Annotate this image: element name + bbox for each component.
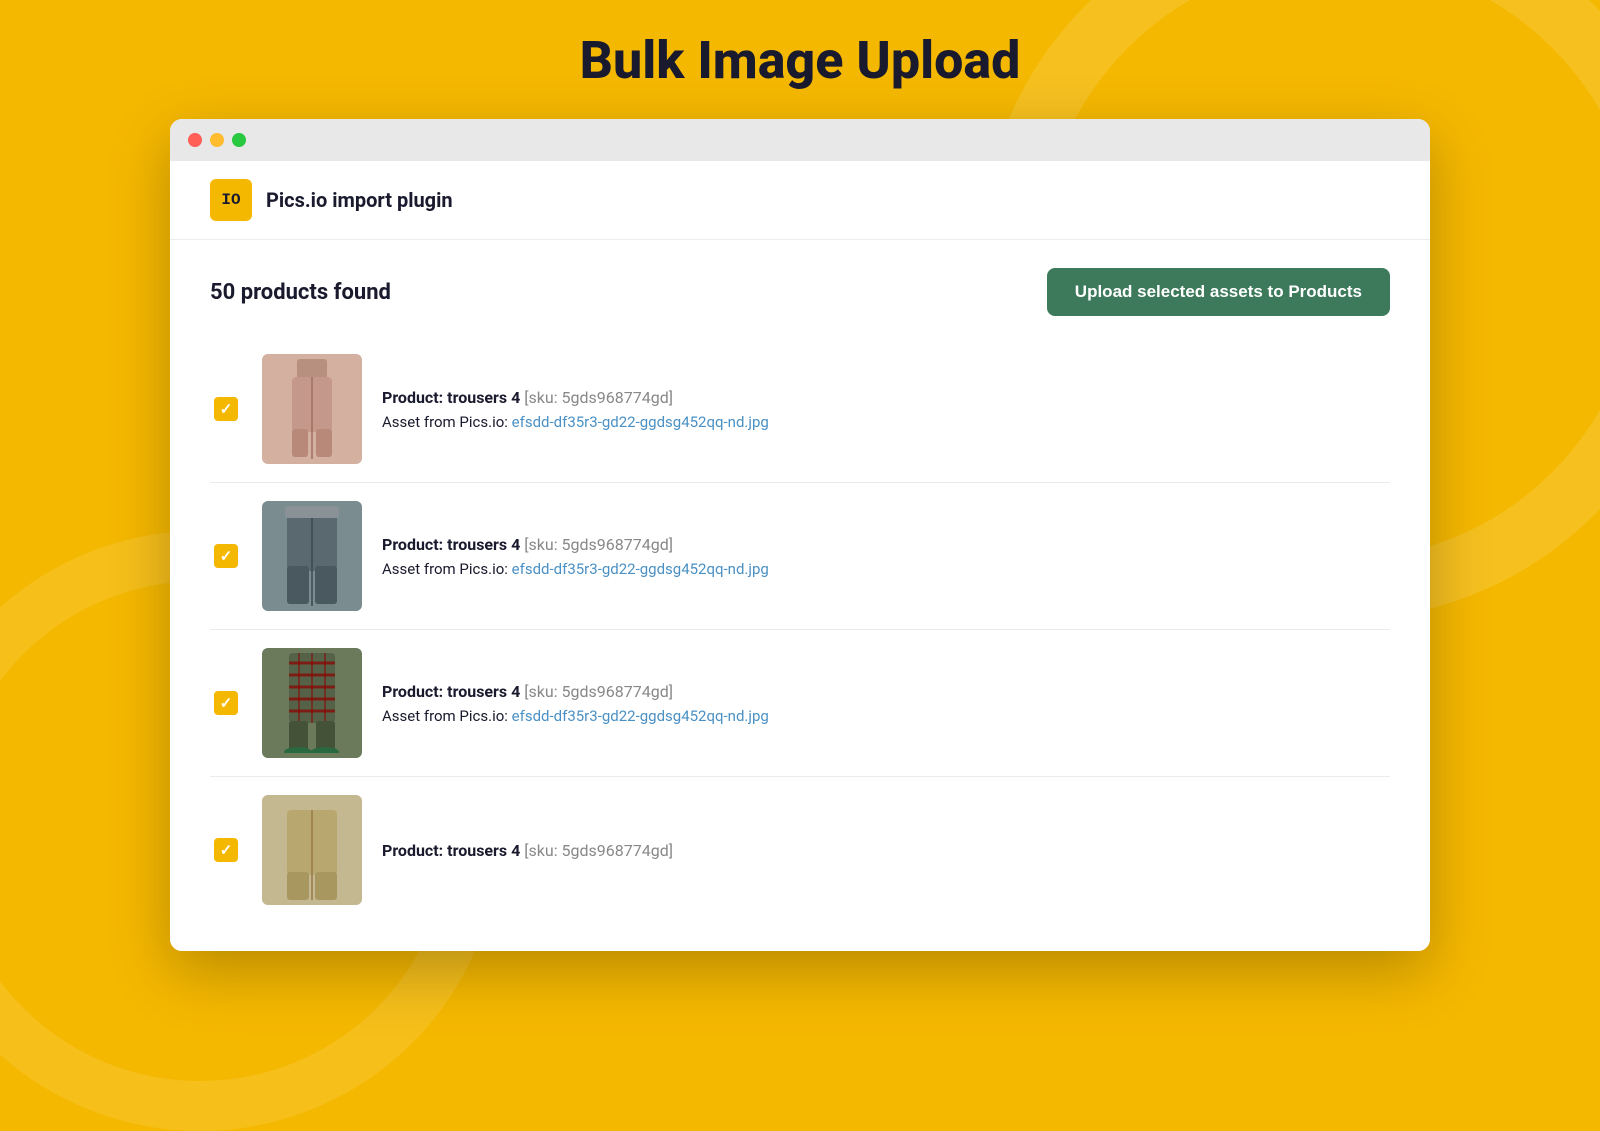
checkbox-wrap: ✓ (210, 691, 242, 715)
checkbox-item-2[interactable]: ✓ (214, 544, 238, 568)
asset-link-3[interactable]: efsdd-df35r3-gd22-ggdsg452qq-nd.jpg (512, 707, 769, 725)
product-info-4: Product: trousers 4 [sku: 5gds968774gd] (382, 841, 673, 860)
upload-button[interactable]: Upload selected assets to Products (1047, 268, 1390, 316)
page-title: Bulk Image Upload (580, 30, 1021, 91)
asset-line-2: Asset from Pics.io: efsdd-df35r3-gd22-gg… (382, 560, 769, 578)
table-row: ✓ Product: trousers 4 [sku: 5 (210, 777, 1390, 923)
checkbox-wrap: ✓ (210, 838, 242, 862)
app-content: IO Pics.io import plugin 50 products fou… (170, 161, 1430, 951)
app-window: IO Pics.io import plugin 50 products fou… (170, 119, 1430, 951)
main-area: 50 products found Upload selected assets… (170, 240, 1430, 951)
minimize-button[interactable] (210, 133, 224, 147)
asset-line-1: Asset from Pics.io: efsdd-df35r3-gd22-gg… (382, 413, 769, 431)
maximize-button[interactable] (232, 133, 246, 147)
toolbar: 50 products found Upload selected assets… (210, 268, 1390, 316)
product-image-4 (262, 795, 362, 905)
titlebar (170, 119, 1430, 161)
product-image-1 (262, 354, 362, 464)
product-list: ✓ Product: trousers 4 (210, 336, 1390, 923)
product-name-2: Product: trousers 4 [sku: 5gds968774gd] (382, 535, 769, 554)
asset-link-2[interactable]: efsdd-df35r3-gd22-ggdsg452qq-nd.jpg (512, 560, 769, 578)
asset-link-1[interactable]: efsdd-df35r3-gd22-ggdsg452qq-nd.jpg (512, 413, 769, 431)
product-name-1: Product: trousers 4 [sku: 5gds968774gd] (382, 388, 769, 407)
close-button[interactable] (188, 133, 202, 147)
product-info-1: Product: trousers 4 [sku: 5gds968774gd] … (382, 388, 769, 431)
product-image-3 (262, 648, 362, 758)
checkbox-item-4[interactable]: ✓ (214, 838, 238, 862)
products-count: 50 products found (210, 280, 391, 305)
product-name-3: Product: trousers 4 [sku: 5gds968774gd] (382, 682, 769, 701)
checkbox-item-3[interactable]: ✓ (214, 691, 238, 715)
app-header: IO Pics.io import plugin (170, 161, 1430, 240)
app-name: Pics.io import plugin (266, 188, 453, 212)
checkbox-wrap: ✓ (210, 397, 242, 421)
table-row: ✓ (210, 630, 1390, 777)
app-logo: IO (210, 179, 252, 221)
checkbox-wrap: ✓ (210, 544, 242, 568)
checkbox-item-1[interactable]: ✓ (214, 397, 238, 421)
product-info-3: Product: trousers 4 [sku: 5gds968774gd] … (382, 682, 769, 725)
product-name-4: Product: trousers 4 [sku: 5gds968774gd] (382, 841, 673, 860)
product-info-2: Product: trousers 4 [sku: 5gds968774gd] … (382, 535, 769, 578)
table-row: ✓ Product: trousers 4 (210, 483, 1390, 630)
asset-line-3: Asset from Pics.io: efsdd-df35r3-gd22-gg… (382, 707, 769, 725)
table-row: ✓ Product: trousers 4 (210, 336, 1390, 483)
product-image-2 (262, 501, 362, 611)
